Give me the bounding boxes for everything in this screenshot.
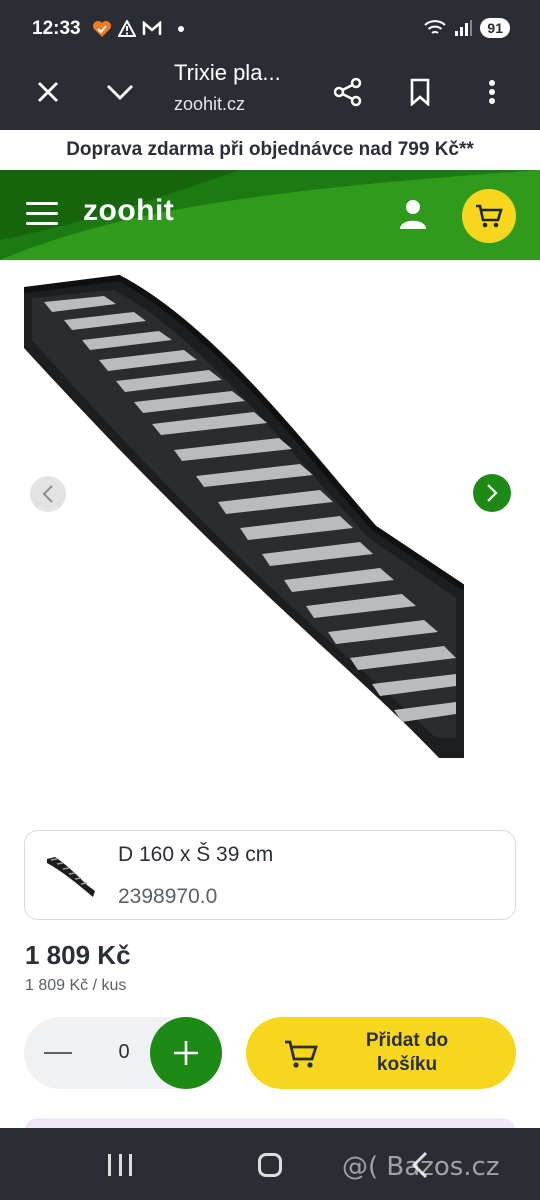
bookmark-icon <box>410 78 430 106</box>
variant-code: 2398970.0 <box>118 885 218 908</box>
unit-price: 1 809 Kč / kus <box>25 977 127 994</box>
minus-icon <box>44 1052 72 1054</box>
chevron-right-icon <box>487 484 498 502</box>
site-header: zoohit <box>0 170 540 260</box>
recent-apps-button[interactable] <box>108 1154 132 1176</box>
warning-icon <box>118 20 136 37</box>
zoohit-logo[interactable]: zoohit <box>83 194 174 228</box>
chevron-left-icon <box>42 485 53 503</box>
header-cart-button[interactable] <box>462 189 516 243</box>
cart-icon <box>476 204 503 228</box>
close-icon <box>38 82 58 102</box>
status-bar: 12:33 91 <box>0 0 540 56</box>
menu-button[interactable] <box>26 202 58 228</box>
more-button[interactable] <box>468 68 516 116</box>
increase-quantity-button[interactable] <box>150 1017 222 1089</box>
mail-icon <box>142 21 162 35</box>
home-button[interactable] <box>258 1153 282 1177</box>
product-image-dog-ramp[interactable] <box>24 268 464 758</box>
add-to-cart-button[interactable]: Přidat do košíku <box>246 1017 516 1089</box>
page-title[interactable]: Trixie pla... <box>174 60 281 86</box>
add-to-cart-label: Přidat do košíku <box>365 1030 449 1075</box>
heart-icon <box>93 21 111 37</box>
browser-toolbar: Trixie pla... zoohit.cz <box>0 56 540 130</box>
variant-thumbnail <box>47 857 95 897</box>
quantity-value[interactable]: 0 <box>114 1041 134 1064</box>
bazos-watermark: @( Bazos.cz <box>342 1152 500 1182</box>
decrease-quantity-button[interactable] <box>44 1043 74 1063</box>
plus-icon <box>174 1041 198 1065</box>
product-price: 1 809 Kč <box>25 940 131 970</box>
status-time: 12:33 <box>32 18 81 39</box>
gallery-next-button[interactable] <box>473 474 511 512</box>
quantity-stepper: 0 <box>24 1017 222 1089</box>
notification-dot <box>178 26 184 32</box>
user-icon[interactable] <box>398 198 428 230</box>
battery-indicator: 91 <box>480 18 510 38</box>
variant-selector[interactable]: D 160 x Š 39 cm 2398970.0 <box>24 830 516 920</box>
cart-icon <box>285 1040 318 1068</box>
share-button[interactable] <box>324 68 372 116</box>
product-gallery <box>0 260 540 820</box>
wifi-icon <box>424 20 447 34</box>
bookmark-button[interactable] <box>396 68 444 116</box>
collapse-button[interactable] <box>96 68 144 116</box>
signal-icon <box>455 20 473 36</box>
close-button[interactable] <box>24 68 72 116</box>
gallery-prev-button[interactable] <box>30 476 66 512</box>
header-background-wave <box>0 170 540 260</box>
free-shipping-banner[interactable]: Doprava zdarma při objednávce nad 799 Kč… <box>0 130 540 170</box>
share-icon <box>333 77 362 107</box>
more-icon <box>489 80 495 104</box>
chevron-down-icon <box>107 85 133 100</box>
page-url[interactable]: zoohit.cz <box>174 94 245 115</box>
variant-name: D 160 x Š 39 cm <box>118 843 274 866</box>
